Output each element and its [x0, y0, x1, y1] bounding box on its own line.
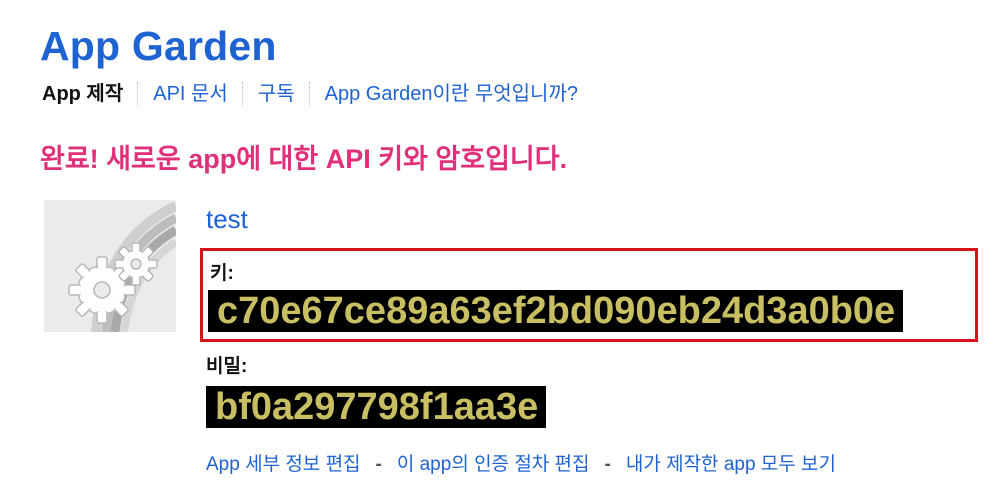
success-message: 완료! 새로운 app에 대한 API 키와 암호입니다.: [40, 144, 568, 174]
sub-navigation: App 제작 API 문서 구독 App Garden이란 무엇입니까?: [42, 81, 578, 107]
nav-item-app-create[interactable]: App 제작: [42, 81, 123, 107]
nav-item-api-docs[interactable]: API 문서: [153, 81, 228, 107]
api-key-value[interactable]: c70e67ce89a63ef2bd090eb24d3a0b0e: [208, 290, 904, 332]
app-action-links: App 세부 정보 편집 - 이 app의 인증 절차 편집 - 내가 제작한 …: [206, 453, 836, 477]
api-secret-value[interactable]: bf0a297798f1aa3e: [206, 386, 547, 428]
link-separator: -: [375, 454, 382, 475]
nav-separator: [241, 82, 243, 106]
view-all-my-apps-link[interactable]: 내가 제작한 app 모두 보기: [626, 453, 836, 477]
nav-item-what-is-app-garden[interactable]: App Garden이란 무엇입니까?: [325, 81, 578, 107]
edit-app-details-link[interactable]: App 세부 정보 편집: [206, 453, 361, 477]
link-separator: -: [604, 454, 611, 475]
edit-auth-flow-link[interactable]: 이 app의 인증 절차 편집: [397, 453, 590, 477]
nav-item-subscribe[interactable]: 구독: [258, 81, 295, 107]
nav-separator: [137, 82, 139, 106]
app-name-link[interactable]: test: [206, 202, 248, 236]
gears-rainbow-icon: [44, 200, 176, 332]
site-title[interactable]: App Garden: [40, 20, 277, 72]
nav-separator: [308, 82, 310, 106]
api-secret-label: 비밀:: [206, 356, 248, 377]
api-key-highlight-box: 키: c70e67ce89a63ef2bd090eb24d3a0b0e: [200, 248, 978, 342]
api-key-label: 키:: [210, 263, 234, 284]
